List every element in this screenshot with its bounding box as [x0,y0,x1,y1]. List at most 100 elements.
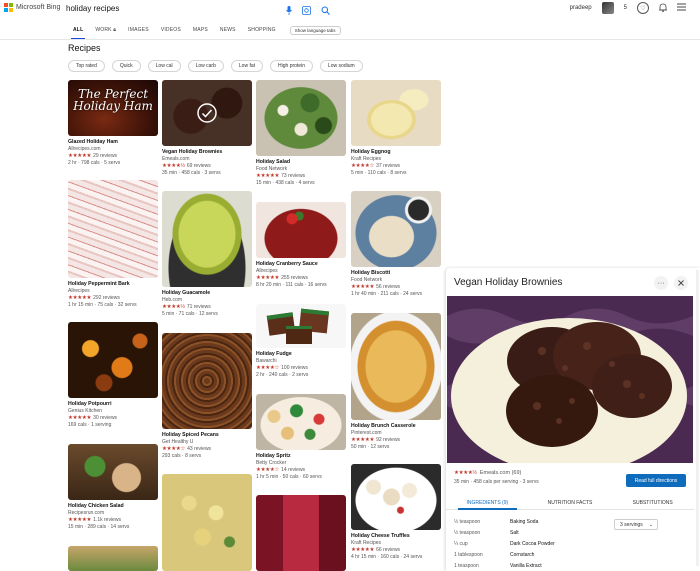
tab-work[interactable]: WORK 🔒︎ [89,24,122,36]
user-name[interactable]: pradeep [570,5,592,11]
recipe-card[interactable]: Holiday Spritz Betty Crocker ★★★★☆ 14 rev… [256,394,346,481]
panel-source-link[interactable]: Emeals.com (69) [480,470,522,476]
tab-videos[interactable]: VIDEOS [155,24,187,36]
recipe-title[interactable]: Holiday Chicken Salad [68,503,158,510]
search-input[interactable] [62,4,262,13]
recipe-image [68,180,158,278]
servings-value: 3 servings [620,521,643,528]
recipe-card[interactable]: The Perfect Holiday Ham Glazed Holiday Ha… [68,80,158,167]
filter-chip[interactable]: Low fat [230,60,264,72]
tab-all[interactable]: ALL [67,24,89,40]
recipe-meta: 50 min · 12 servs [351,444,390,450]
servings-dropdown[interactable]: 3 servings ⌄ [614,519,658,530]
panel-title: Vegan Holiday Brownies [454,277,563,288]
recipe-meta: 1 hr 40 min · 211 cals · 24 servs [351,291,423,297]
recipe-title[interactable]: Holiday Guacamole [162,290,252,297]
stars: ★★★★★ [68,153,92,159]
recipe-card[interactable]: Holiday Chicken Salad Recipesrun.com ★★★… [68,444,158,531]
recipe-title[interactable]: Holiday Cranberry Sauce [256,261,346,268]
panel-meta: 35 min · 458 cals per serving · 3 servs [454,479,539,485]
recipe-card[interactable]: Holiday Salad Food Network ★★★★★ 73 revie… [256,80,346,187]
recipe-image [256,304,346,348]
recipe-image [162,80,252,146]
bell-icon[interactable] [659,3,667,14]
recipe-title[interactable]: Holiday Potpourri [68,401,158,408]
ingredient-row: ½ teaspoon Salt [454,527,614,538]
avatar[interactable] [601,2,614,14]
review-count: 30 reviews [93,415,118,421]
rewards-icon[interactable]: ♡ [637,2,649,14]
ingredient-name: Cornstarch [510,551,535,558]
recipe-image [351,191,441,267]
recipe-rating: ★★★★★ 92 reviews [351,437,441,444]
recipe-card[interactable]: Holiday Cheese Truffles Kraft Recipes ★★… [351,464,441,561]
microphone-icon[interactable] [286,2,292,20]
read-full-directions-button[interactable]: Read full directions [626,474,686,487]
ingredient-row: 1 tablespoon Cornstarch [454,549,614,560]
recipe-card[interactable] [162,474,252,571]
filter-chip[interactable]: Quick [111,60,141,72]
more-options-button[interactable]: ··· [654,276,668,290]
recipe-card[interactable]: Holiday Spiced Pecans Get Healthy U ★★★★… [162,333,252,460]
recipe-card[interactable] [256,495,346,571]
stars: ★★★★★ [256,275,280,281]
tab-substitutions[interactable]: SUBSTITUTIONS [611,496,694,509]
recipe-rating: ★★★★☆ 100 reviews [256,365,346,372]
reward-count[interactable]: 5 [624,5,627,11]
close-button[interactable] [674,276,688,290]
recipe-card[interactable]: Holiday Biscotti Food Network ★★★★★ 56 re… [351,191,441,298]
recipe-title[interactable]: Glazed Holiday Ham [68,139,158,146]
menu-icon[interactable] [677,3,686,13]
recipe-meta: 169 cals · 1 serving [68,422,112,428]
search-icon[interactable] [321,2,330,20]
recipe-title[interactable]: Vegan Holiday Brownies [162,149,252,156]
recipe-card[interactable]: Holiday Cranberry Sauce Allrecipes ★★★★★… [256,202,346,289]
recipe-source: Pinterest.com [351,430,382,436]
tab-shopping[interactable]: SHOPPING [242,24,282,36]
recipe-card[interactable] [68,546,158,571]
recipe-image [68,546,158,571]
ingredient-row: ¼ cup Dark Cocoa Powder [454,538,614,549]
recipe-source: Recipesrun.com [68,510,105,516]
tab-news[interactable]: NEWS [214,24,242,36]
recipe-card[interactable]: Holiday Fudge Bawarchi ★★★★☆ 100 reviews … [256,304,346,379]
recipe-rating: ★★★★★ 30 reviews [68,415,158,422]
tab-images[interactable]: IMAGES [122,24,155,36]
recipe-card[interactable]: Holiday Potpourri Genius Kitchen ★★★★★ 30… [68,322,158,429]
bing-logo[interactable]: Microsoft Bing [4,3,60,12]
panel-scrollbar[interactable] [696,270,699,566]
recipe-card[interactable]: Vegan Holiday Brownies Emeals.com ★★★★½ 6… [162,80,252,177]
review-count: 66 reviews [376,547,401,553]
show-language-tabs-button[interactable]: Show language tabs [289,25,341,35]
recipe-rating: ★★★★★ 1.1k reviews [68,517,158,524]
tab-maps[interactable]: MAPS [187,24,214,36]
recipe-card[interactable]: Holiday Guacamole Heb.com ★★★★½ 71 review… [162,191,252,318]
search-box[interactable] [62,0,340,17]
recipe-title[interactable]: Holiday Cheese Truffles [351,533,441,540]
recipe-title[interactable]: Holiday Peppermint Bark [68,281,158,288]
filter-chip[interactable]: High protein [270,60,313,72]
tab-ingredients[interactable]: INGREDIENTS (9) [446,496,529,510]
recipe-card[interactable]: Holiday Brunch Casserole Pinterest.com ★… [351,313,441,451]
recipe-title[interactable]: Holiday Salad [256,159,346,166]
recipe-title[interactable]: Holiday Biscotti [351,270,441,277]
filter-chip[interactable]: Low carb [187,60,224,72]
tab-nutrition-facts[interactable]: NUTRITION FACTS [529,496,612,509]
recipe-title[interactable]: Holiday Brunch Casserole [351,423,441,430]
recipe-card[interactable]: Holiday Peppermint Bark Allrecipes ★★★★★… [68,180,158,309]
filter-chip[interactable]: Top rated [68,60,105,72]
filter-chip[interactable]: Low cal [147,60,181,72]
recipe-title[interactable]: Holiday Spritz [256,453,346,460]
review-count: 255 reviews [281,275,308,281]
recipe-rating: ★★★★☆ 14 reviews [256,467,346,474]
recipe-card[interactable]: Holiday Eggnog Kraft Recipes ★★★★☆ 37 rev… [351,80,441,177]
visual-search-icon[interactable] [302,2,311,20]
chevron-down-icon: ⌄ [648,521,653,528]
lock-icon: 🔒︎ [113,27,117,33]
filter-chip[interactable]: Low sodium [319,60,363,72]
recipe-image [351,80,441,146]
recipe-title[interactable]: Holiday Fudge [256,351,346,358]
recipe-title[interactable]: Holiday Eggnog [351,149,441,156]
recipe-title[interactable]: Holiday Spiced Pecans [162,432,252,439]
recipe-rating: ★★★★½ 69 reviews [162,163,252,170]
